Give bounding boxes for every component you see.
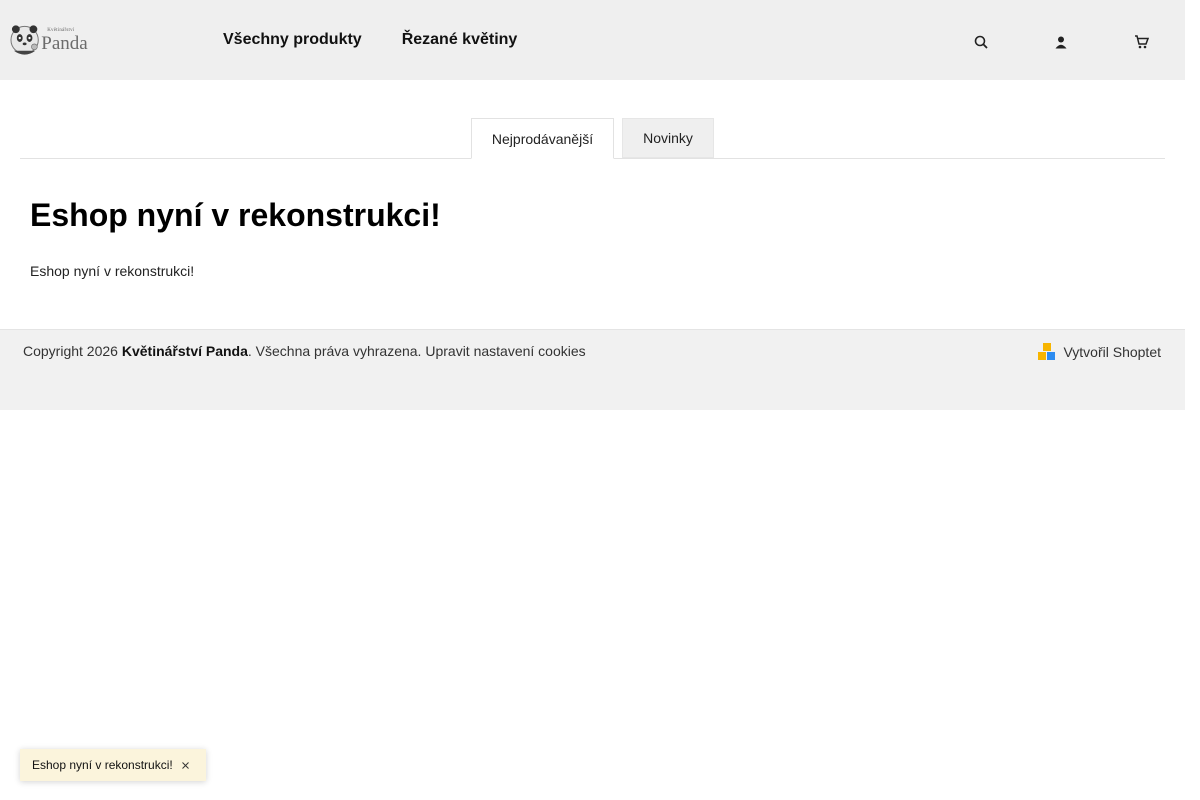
shoptet-link[interactable]: Vytvořil Shoptet — [1038, 343, 1161, 361]
tab-label: Novinky — [643, 130, 693, 146]
site-footer: Copyright 2026 Květinářství Panda. Všech… — [0, 329, 1185, 410]
page-text: Eshop nyní v rekonstrukci! — [30, 263, 195, 279]
logo-big-text: Panda — [41, 33, 88, 54]
shoptet-label: Vytvořil Shoptet — [1063, 344, 1161, 360]
nav-item-all-products[interactable]: Všechny produkty — [223, 31, 362, 49]
copyright-prefix: Copyright 2026 — [23, 343, 118, 359]
tab-label: Nejprodávanější — [491, 130, 594, 147]
search-icon[interactable] — [973, 34, 989, 50]
maintenance-toast: Eshop nyní v rekonstrukci! — [20, 749, 206, 781]
main-nav: Všechny produkty Řezané květiny — [223, 0, 557, 80]
shoptet-logo-icon — [1038, 343, 1056, 361]
nav-item-cut-flowers[interactable]: Řezané květiny — [402, 31, 518, 49]
page-title: Eshop nyní v rekonstrukci! — [30, 197, 441, 233]
cookie-settings-link[interactable]: Upravit nastavení cookies — [425, 343, 585, 359]
panda-logo-icon — [10, 25, 39, 55]
logo[interactable]: Květinářství Panda — [10, 21, 90, 59]
cart-icon[interactable] — [1133, 34, 1149, 50]
tab-new[interactable]: Novinky — [622, 118, 714, 158]
close-icon[interactable] — [181, 760, 190, 770]
logo-text: Květinářství Panda — [41, 21, 90, 59]
user-icon[interactable] — [1053, 34, 1069, 50]
copyright: Copyright 2026 Květinářství Panda. Všech… — [23, 343, 586, 359]
footer-brand: Květinářství Panda — [121, 343, 248, 359]
tab-bestsellers[interactable]: Nejprodávanější — [471, 118, 614, 159]
toast-text: Eshop nyní v rekonstrukci! — [32, 758, 173, 772]
rights-text: . Všechna práva vyhrazena. — [247, 343, 422, 359]
site-header: Květinářství Panda Všechny produkty Řeza… — [0, 0, 1185, 80]
